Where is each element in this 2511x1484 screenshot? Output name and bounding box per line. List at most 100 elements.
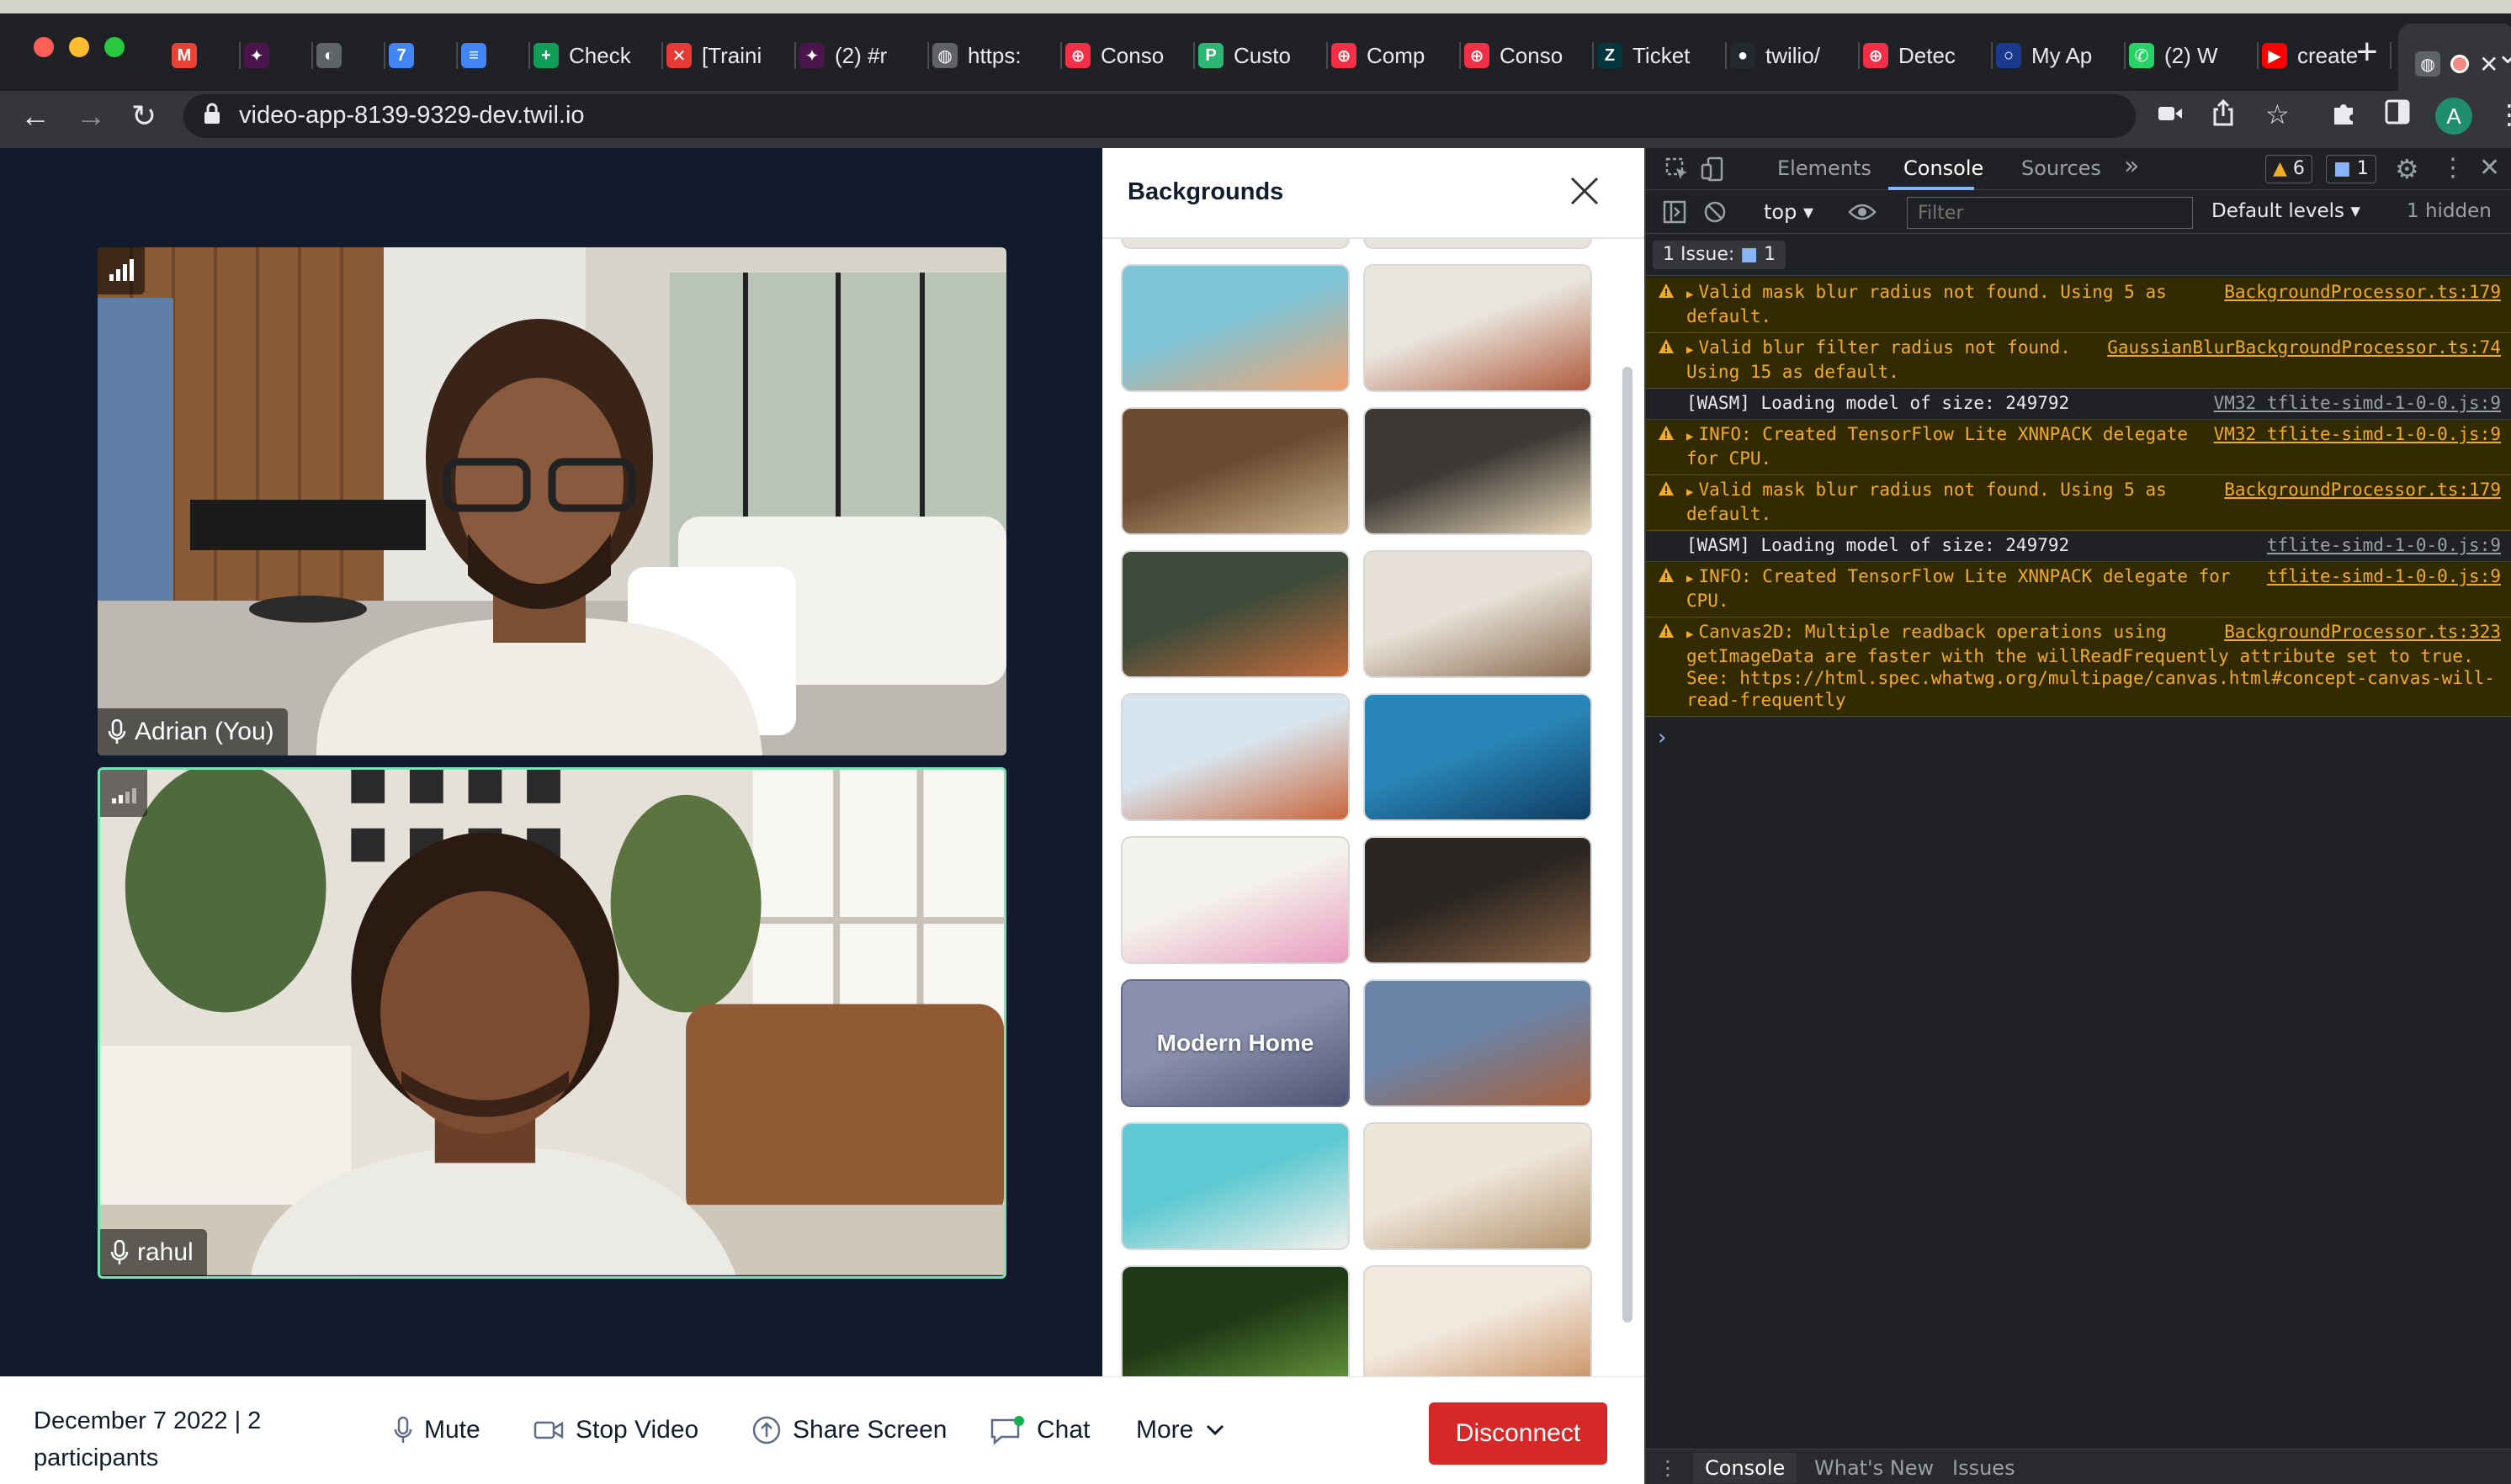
source-link[interactable]: tflite-simd-1-0-0.js:9 [2267, 534, 2501, 556]
background-thumbnail[interactable] [1121, 407, 1350, 535]
drawer-tab-whats-new[interactable]: What's New [1814, 1456, 1934, 1480]
expand-caret-icon[interactable]: ▶ [1686, 288, 1693, 301]
background-thumbnail[interactable] [1363, 1122, 1592, 1250]
messages-badge[interactable]: ■ 1 [2326, 155, 2376, 183]
expand-caret-icon[interactable]: ▶ [1686, 572, 1693, 586]
share-screen-button[interactable]: Share Screen [752, 1409, 947, 1451]
background-thumbnail[interactable] [1121, 239, 1350, 249]
expand-caret-icon[interactable]: ▶ [1686, 430, 1693, 443]
background-thumbnail[interactable] [1121, 693, 1350, 821]
disconnect-button[interactable]: Disconnect [1429, 1402, 1607, 1465]
bookmark-star-icon[interactable]: ☆ [2265, 99, 2290, 130]
side-panel-icon[interactable] [2385, 99, 2410, 130]
share-icon[interactable] [2211, 98, 2235, 132]
background-thumbnail[interactable] [1363, 239, 1592, 249]
tab-sources[interactable]: Sources [2021, 156, 2101, 180]
background-thumbnail[interactable] [1363, 407, 1592, 535]
close-icon[interactable] [1565, 172, 1604, 210]
browser-tab[interactable]: ✆ (2) W [2129, 30, 2254, 81]
expand-caret-icon[interactable]: ▶ [1686, 485, 1693, 499]
more-button[interactable]: More [1136, 1409, 1225, 1451]
source-link[interactable]: VM32 tflite-simd-1-0-0.js:9 [2214, 392, 2501, 414]
browser-tab[interactable]: 7 [389, 30, 453, 81]
source-link[interactable]: VM32 tflite-simd-1-0-0.js:9 [2214, 423, 2501, 445]
console-message[interactable]: VM32 tflite-simd-1-0-0.js:9 ▶ INFO: Create… [1646, 420, 2511, 475]
source-link[interactable]: BackgroundProcessor.ts:323 [2224, 621, 2501, 643]
background-thumbnail[interactable] [1363, 1265, 1592, 1376]
participant-tile-local[interactable]: Adrian (You) [98, 247, 1006, 755]
more-tabs-icon[interactable]: » [2124, 151, 2139, 181]
background-thumbnail[interactable] [1363, 550, 1592, 678]
console-message[interactable]: BackgroundProcessor.ts:179 ▶ Valid mask bl… [1646, 475, 2511, 531]
settings-gear-icon[interactable]: ⚙ [2395, 153, 2419, 185]
issues-button[interactable]: 1 Issue: ■ 1 [1653, 241, 1786, 269]
console-prompt[interactable]: › [1658, 725, 1666, 750]
sidebar-toggle-icon[interactable] [1663, 200, 1686, 224]
background-thumbnail[interactable] [1363, 979, 1592, 1107]
console-filter-input[interactable] [1907, 197, 2193, 229]
extensions-puzzle-icon[interactable] [2331, 99, 2358, 132]
background-thumbnail[interactable] [1121, 836, 1350, 964]
close-window-icon[interactable] [34, 37, 54, 57]
minimize-window-icon[interactable] [69, 37, 89, 57]
source-link[interactable]: tflite-simd-1-0-0.js:9 [2267, 565, 2501, 587]
source-link[interactable]: BackgroundProcessor.ts:179 [2224, 281, 2501, 303]
tab-search-icon[interactable]: ⌄ [2496, 37, 2511, 71]
drawer-tab-issues[interactable]: Issues [1952, 1456, 2015, 1480]
console-message[interactable]: tflite-simd-1-0-0.js:9 ▶ INFO: Created Ten… [1646, 562, 2511, 617]
expand-caret-icon[interactable]: ▶ [1686, 628, 1693, 641]
browser-menu-icon[interactable]: ⋮ [2496, 99, 2511, 130]
browser-tab[interactable]: M [172, 30, 236, 81]
background-thumbnail[interactable] [1363, 836, 1592, 964]
background-thumbnail[interactable] [1363, 693, 1592, 821]
background-thumbnail[interactable] [1121, 550, 1350, 678]
drawer-menu-icon[interactable]: ⋮ [1658, 1456, 1678, 1480]
background-thumbnail[interactable] [1121, 1122, 1350, 1250]
console-message[interactable]: VM32 tflite-simd-1-0-0.js:9 [WASM] Loadin… [1646, 389, 2511, 420]
device-toolbar-icon[interactable] [1700, 156, 1725, 182]
forward-arrow-icon[interactable]: → [76, 98, 106, 135]
mute-button[interactable]: Mute [394, 1409, 480, 1451]
stop-video-button[interactable]: Stop Video [534, 1409, 698, 1451]
log-levels-dropdown[interactable]: Default levels ▾ [2211, 200, 2360, 222]
browser-tab[interactable]: ⊕ Conso [1464, 30, 1589, 81]
background-thumbnail[interactable] [1363, 264, 1592, 392]
participant-tile-remote[interactable]: rahul [98, 767, 1006, 1279]
browser-tab[interactable]: ◐ [316, 30, 380, 81]
expand-caret-icon[interactable]: ▶ [1686, 343, 1693, 357]
browser-tab[interactable]: ○ My Ap [1996, 30, 2121, 81]
source-link[interactable]: BackgroundProcessor.ts:179 [2224, 479, 2501, 501]
camera-in-use-icon[interactable] [2158, 99, 2183, 130]
scrollbar[interactable] [1622, 367, 1632, 1322]
inspect-element-icon[interactable] [1664, 156, 1690, 182]
eye-icon[interactable] [1848, 202, 1877, 222]
address-bar[interactable]: video-app-8139-9329-dev.twil.io [183, 94, 2136, 138]
new-tab-button[interactable]: + [2356, 34, 2378, 71]
browser-tab[interactable]: ≡ [461, 30, 525, 81]
tab-console[interactable]: Console [1903, 156, 1983, 180]
browser-tab[interactable]: ● twilio/ [1730, 30, 1855, 81]
devtools-menu-icon[interactable]: ⋮ [2440, 153, 2466, 183]
tab-elements[interactable]: Elements [1777, 156, 1871, 180]
console-message[interactable]: BackgroundProcessor.ts:179 ▶ Valid mask bl… [1646, 278, 2511, 333]
browser-tab[interactable]: ⊕ Comp [1331, 30, 1456, 81]
chat-button[interactable]: Chat [990, 1409, 1090, 1451]
drawer-tab-console[interactable]: Console [1693, 1453, 1797, 1483]
background-thumbnail[interactable] [1121, 264, 1350, 392]
background-thumbnail[interactable]: Modern Home [1121, 979, 1350, 1107]
warnings-badge[interactable]: ▲ 6 [2265, 155, 2312, 183]
browser-tab[interactable]: ⊕ Conso [1065, 30, 1190, 81]
console-message[interactable]: BackgroundProcessor.ts:323 ▶ Canvas2D: Mul… [1646, 617, 2511, 717]
browser-tab[interactable]: ⊕ Detec [1863, 30, 1988, 81]
close-devtools-icon[interactable]: ✕ [2479, 153, 2500, 183]
browser-tab[interactable]: ✦ (2) #r [799, 30, 924, 81]
background-thumbnail[interactable] [1121, 1265, 1350, 1376]
zoom-window-icon[interactable] [104, 37, 125, 57]
context-selector[interactable]: top ▾ [1764, 200, 1813, 224]
browser-tab[interactable]: P Custo [1198, 30, 1323, 81]
console-message[interactable]: GaussianBlurBackgroundProcessor.ts:74 ▶ Va… [1646, 333, 2511, 389]
browser-tab[interactable]: ◍ https: [932, 30, 1057, 81]
clear-console-icon[interactable] [1703, 200, 1727, 224]
reload-icon[interactable]: ↻ [131, 98, 157, 135]
browser-tab[interactable]: Z Ticket [1597, 30, 1722, 81]
